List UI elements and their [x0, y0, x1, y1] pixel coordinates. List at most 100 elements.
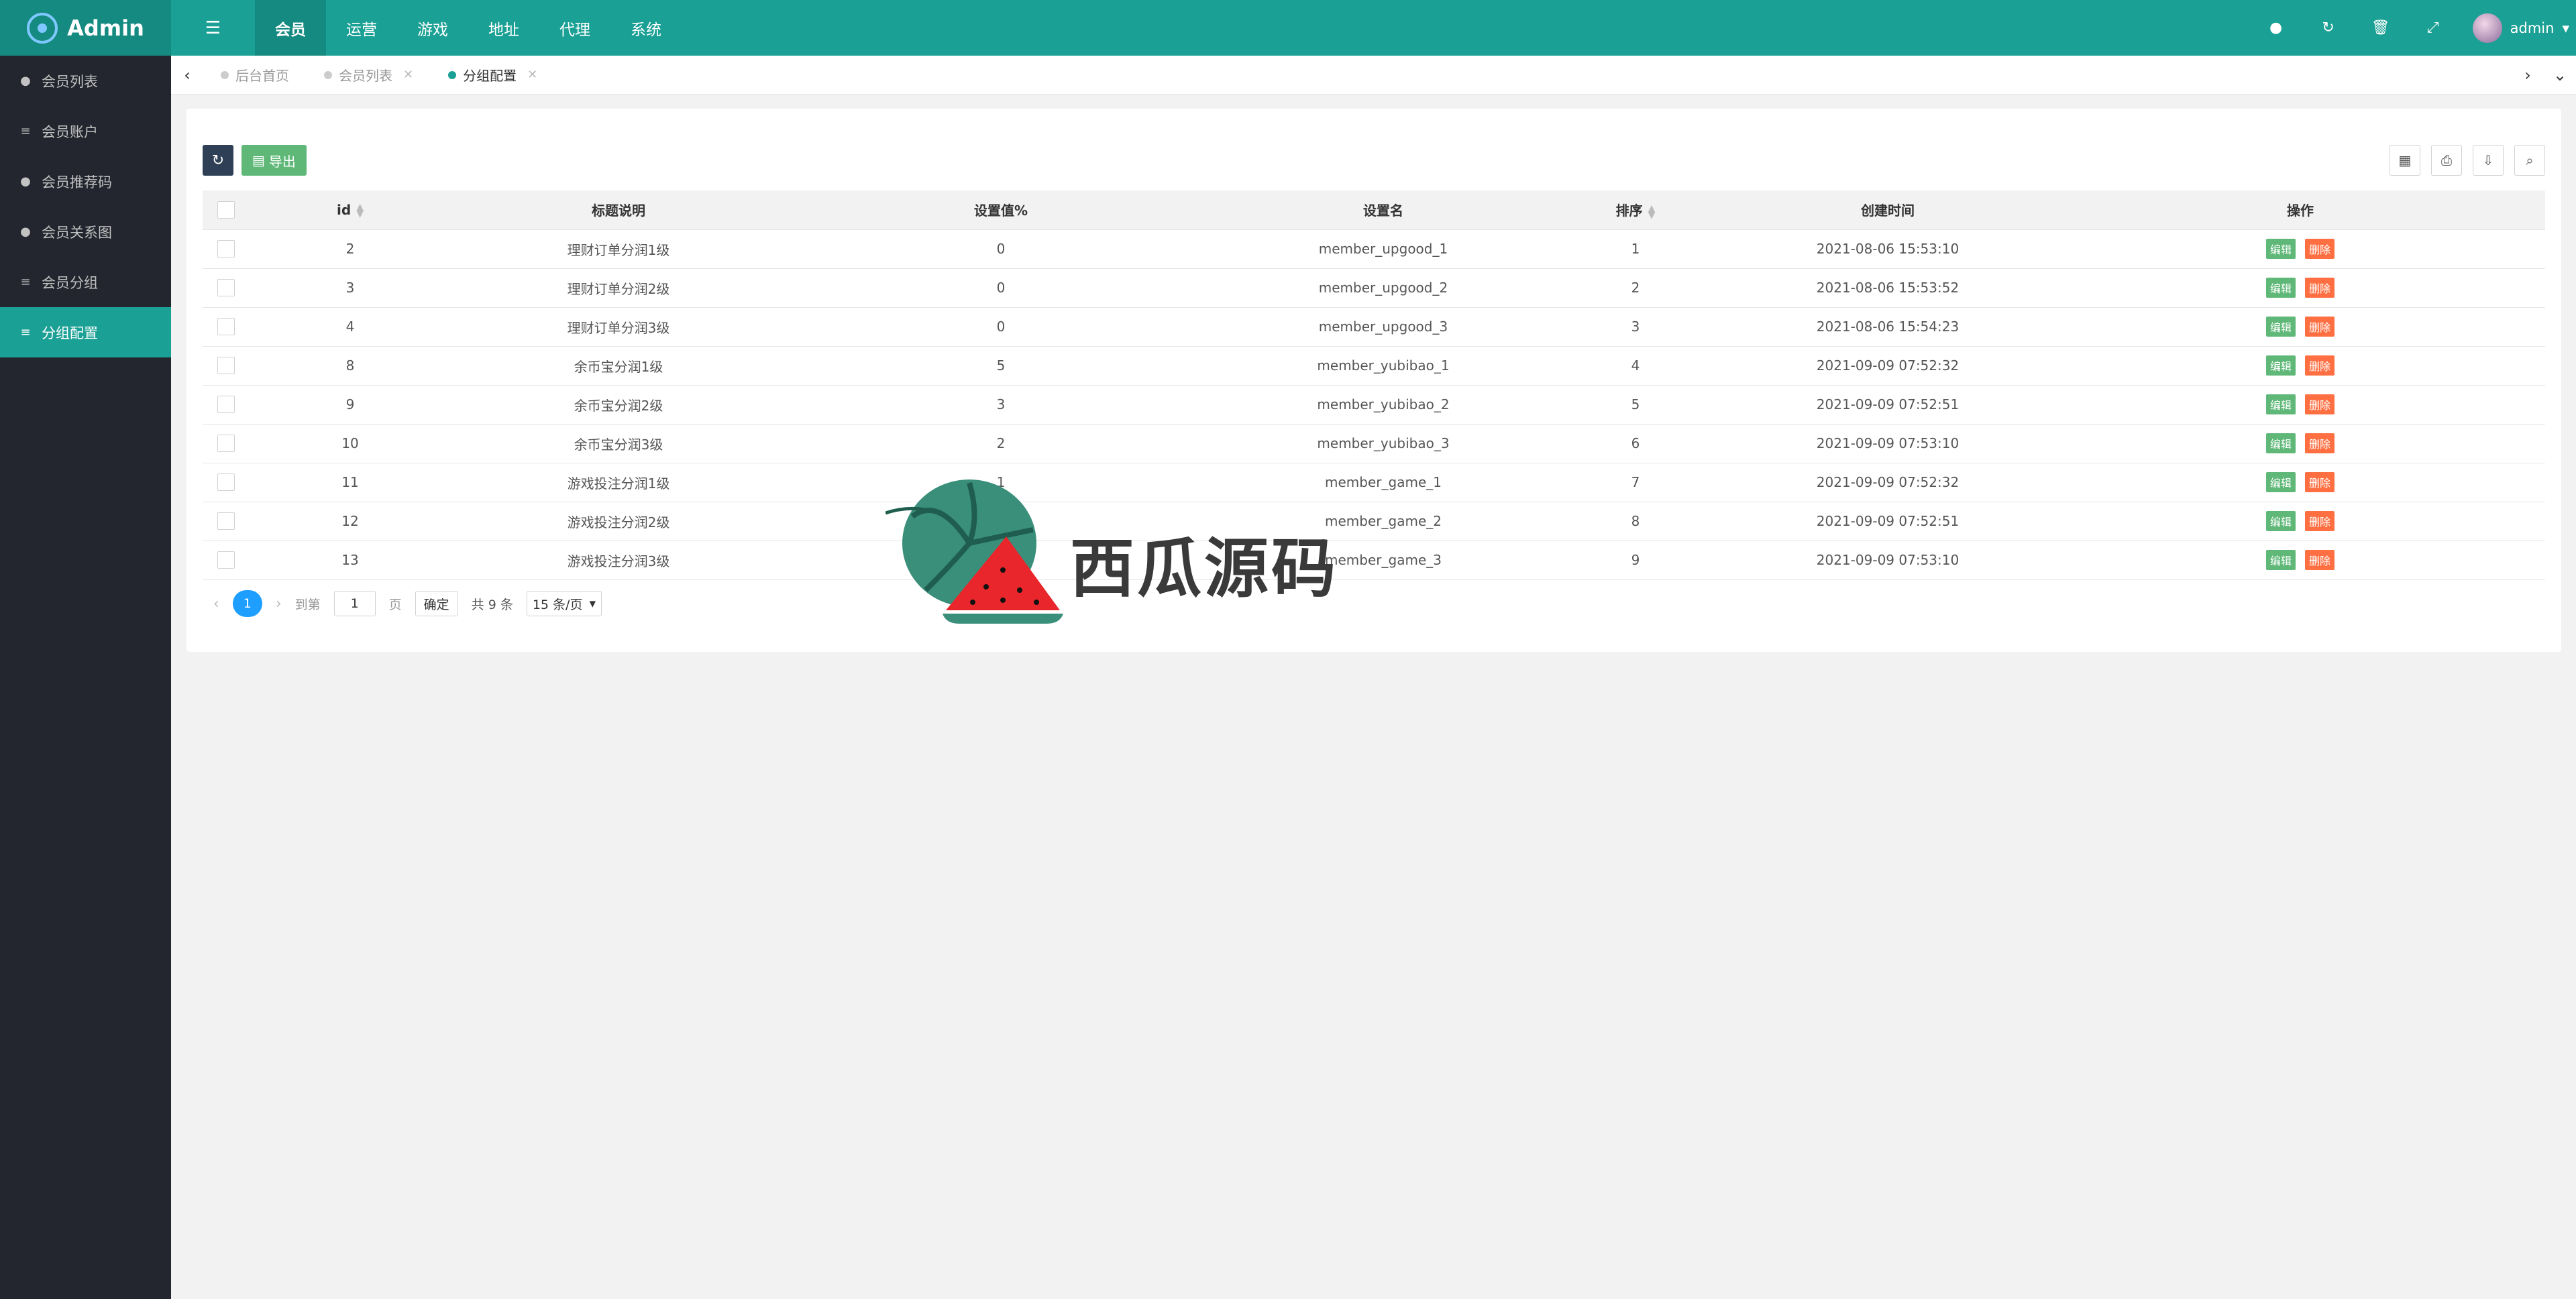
- edit-button[interactable]: 编辑: [2265, 511, 2296, 531]
- sidebar-item-label: 会员账户: [42, 123, 98, 140]
- cell-id: 13: [250, 541, 451, 580]
- row-checkbox[interactable]: [217, 551, 235, 569]
- table-row: 3 理财订单分润2级 0 member_upgood_2 2 2021-08-06 15:…: [203, 268, 2545, 308]
- table-row: 4 理财订单分润3级 0 member_upgood_3 3 2021-08-06 15:…: [203, 307, 2545, 347]
- row-checkbox[interactable]: [217, 240, 235, 258]
- sidebar-item-member-account[interactable]: ≡ 会员账户: [0, 106, 171, 156]
- topnav-item-game[interactable]: 游戏: [397, 0, 468, 56]
- tab-bar: ‹ 后台首页 会员列表 ✕ 分组配置 ✕ › ⌄: [171, 56, 2576, 95]
- select-all-checkbox[interactable]: [217, 201, 235, 219]
- cell-created: 2021-08-06 15:53:10: [1720, 229, 2055, 269]
- brand-logo[interactable]: Admin: [0, 0, 171, 56]
- sort-icon[interactable]: ▲ ▼: [1648, 204, 1656, 220]
- skin-icon[interactable]: ●: [2250, 0, 2302, 56]
- sidebar-item-member-group[interactable]: ≡ 会员分组: [0, 257, 171, 307]
- export-button[interactable]: ▤ 导出: [241, 145, 307, 176]
- topnav-item-agent[interactable]: 代理: [539, 0, 610, 56]
- delete-button[interactable]: 删除: [2305, 239, 2335, 259]
- table-toolbar: ↻ ▤ 导出: [203, 145, 307, 176]
- tab-scroll-left-icon[interactable]: ‹: [171, 56, 203, 95]
- cell-created: 2021-08-06 15:53:52: [1720, 268, 2055, 308]
- next-page-icon[interactable]: ›: [276, 596, 282, 612]
- topnav-item-address[interactable]: 地址: [468, 0, 539, 56]
- search-button[interactable]: ⌕: [2514, 145, 2545, 176]
- avatar: [2472, 13, 2502, 43]
- page-size-select[interactable]: 15 条/页 ▾: [526, 591, 602, 616]
- tab-scroll-right-icon[interactable]: ›: [2512, 56, 2544, 95]
- sidebar-item-label: 分组配置: [42, 325, 98, 341]
- delete-button[interactable]: 删除: [2305, 317, 2335, 337]
- delete-button[interactable]: 删除: [2305, 472, 2335, 492]
- sidebar-item-group-config[interactable]: ≡ 分组配置: [0, 307, 171, 357]
- goto-page-input[interactable]: 1: [333, 591, 376, 616]
- menu-toggle-icon[interactable]: ☰: [171, 0, 255, 56]
- column-header-title: 标题说明: [451, 190, 786, 230]
- row-checkbox[interactable]: [217, 473, 235, 492]
- table-row: 9 余币宝分润2级 3 member_yubibao_2 5 2021-09-09 07:…: [203, 385, 2545, 425]
- topnav-item-operation[interactable]: 运营: [326, 0, 397, 56]
- row-select-cell: [203, 268, 250, 308]
- column-header-actions: 操作: [2055, 190, 2545, 230]
- sidebar-item-member-list[interactable]: ● 会员列表: [0, 56, 171, 106]
- edit-button[interactable]: 编辑: [2265, 472, 2296, 492]
- topnav-item-system[interactable]: 系统: [610, 0, 682, 56]
- sidebar-item-relation-graph[interactable]: ● 会员关系图: [0, 207, 171, 257]
- edit-button[interactable]: 编辑: [2265, 433, 2296, 453]
- cell-sort: 7: [1551, 463, 1720, 502]
- cell-actions: 编辑 删除: [2055, 541, 2545, 580]
- export-file-button[interactable]: ⇩: [2473, 145, 2504, 176]
- edit-button[interactable]: 编辑: [2265, 394, 2296, 414]
- edit-button[interactable]: 编辑: [2265, 317, 2296, 337]
- edit-button[interactable]: 编辑: [2265, 355, 2296, 376]
- delete-button[interactable]: 删除: [2305, 394, 2335, 414]
- edit-button[interactable]: 编辑: [2265, 239, 2296, 259]
- total-count: 共 9 条: [471, 597, 513, 612]
- refresh-icon[interactable]: ↻: [2302, 0, 2355, 56]
- delete-button[interactable]: 删除: [2305, 355, 2335, 376]
- row-checkbox[interactable]: [217, 435, 235, 453]
- row-checkbox[interactable]: [217, 318, 235, 336]
- cell-id: 12: [250, 502, 451, 541]
- prev-page-icon[interactable]: ‹: [213, 596, 219, 612]
- row-checkbox[interactable]: [217, 512, 235, 530]
- row-checkbox[interactable]: [217, 279, 235, 297]
- brand-name: Admin: [67, 15, 144, 41]
- refresh-button[interactable]: ↻: [203, 145, 233, 176]
- edit-button[interactable]: 编辑: [2265, 550, 2296, 570]
- tab-home[interactable]: 后台首页: [203, 56, 307, 95]
- trash-icon[interactable]: 🗑: [2355, 0, 2407, 56]
- column-header-id[interactable]: id ▲ ▼: [250, 190, 451, 230]
- cell-value: 0: [786, 307, 1216, 347]
- columns-filter-button[interactable]: ▦: [2390, 145, 2420, 176]
- cell-id: 10: [250, 424, 451, 463]
- page-current[interactable]: 1: [232, 590, 262, 617]
- tab-member-list[interactable]: 会员列表 ✕: [307, 56, 431, 95]
- print-button[interactable]: ⎙: [2431, 145, 2462, 176]
- cell-title: 余币宝分润1级: [451, 346, 786, 386]
- fullscreen-icon[interactable]: ⤢: [2407, 0, 2459, 56]
- topnav-item-member[interactable]: 会员: [255, 0, 326, 56]
- delete-button[interactable]: 删除: [2305, 550, 2335, 570]
- file-excel-icon: ▤: [252, 152, 265, 168]
- table-row: 12游戏投注分润2级0member_game_282021-09-09 07:5…: [203, 502, 2545, 541]
- goto-label: 到第: [294, 597, 321, 612]
- row-select-cell: [203, 385, 250, 425]
- row-checkbox[interactable]: [217, 357, 235, 375]
- cell-id: 4: [250, 307, 451, 347]
- tab-group-config[interactable]: 分组配置 ✕: [431, 56, 555, 95]
- edit-button[interactable]: 编辑: [2265, 278, 2296, 298]
- sidebar-item-referral-code[interactable]: ● 会员推荐码: [0, 156, 171, 207]
- tab-menu-chevron-down-icon[interactable]: ⌄: [2544, 56, 2576, 95]
- close-icon[interactable]: ✕: [403, 68, 413, 82]
- row-checkbox[interactable]: [217, 396, 235, 414]
- goto-confirm-button[interactable]: 确定: [415, 591, 458, 616]
- delete-button[interactable]: 删除: [2305, 511, 2335, 531]
- sort-icon[interactable]: ▲ ▼: [356, 203, 364, 219]
- watermelon-logo-icon: [885, 479, 1063, 624]
- sidebar-item-label: 会员列表: [42, 73, 98, 90]
- close-icon[interactable]: ✕: [527, 68, 537, 82]
- user-menu[interactable]: admin ▾: [2459, 13, 2569, 43]
- delete-button[interactable]: 删除: [2305, 433, 2335, 453]
- delete-button[interactable]: 删除: [2305, 278, 2335, 298]
- column-header-sort[interactable]: 排序 ▲ ▼: [1551, 190, 1720, 230]
